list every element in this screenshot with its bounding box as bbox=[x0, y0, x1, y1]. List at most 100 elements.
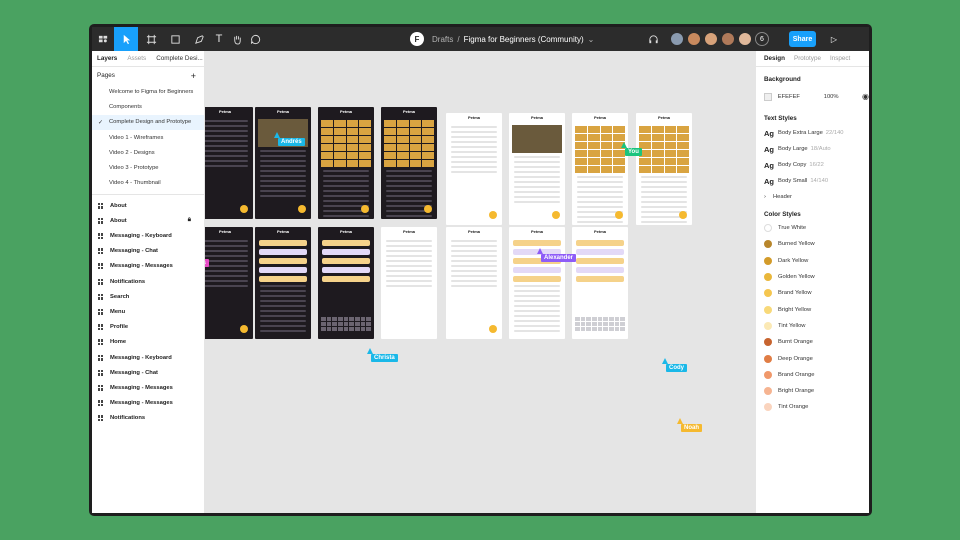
layer-item[interactable]: Messaging - Chat bbox=[92, 244, 204, 259]
text-style-item[interactable]: Ag Body Extra Large 22/140 bbox=[756, 125, 869, 141]
tab-assets[interactable]: Assets bbox=[127, 55, 146, 62]
layer-item[interactable]: About bbox=[92, 198, 204, 213]
frame-tool-button[interactable] bbox=[140, 27, 162, 51]
background-swatch[interactable] bbox=[764, 92, 772, 101]
app-screen-frame[interactable]: Petma bbox=[509, 227, 565, 339]
breadcrumb-drafts[interactable]: Drafts bbox=[432, 35, 453, 44]
lock-icon[interactable]: 🔒︎ bbox=[188, 217, 191, 224]
collaborator-cursor: Andrés bbox=[278, 138, 305, 146]
color-style-item[interactable]: Brand Yellow bbox=[756, 285, 869, 301]
color-style-item[interactable]: Dark Yellow bbox=[756, 253, 869, 269]
color-style-item[interactable]: Brand Orange bbox=[756, 367, 869, 383]
layer-item[interactable]: Messaging - Keyboard bbox=[92, 350, 204, 365]
text-style-item[interactable]: Ag Body Small 14/140 bbox=[756, 173, 869, 189]
app-screen-frame[interactable]: Petma bbox=[509, 113, 565, 225]
comment-tool-button[interactable] bbox=[246, 27, 264, 51]
tab-layers[interactable]: Layers bbox=[97, 55, 117, 62]
app-screen-frame[interactable]: Petma bbox=[205, 107, 253, 219]
layer-item[interactable]: Messaging - Messages bbox=[92, 380, 204, 395]
page-item[interactable]: Components bbox=[92, 99, 204, 114]
share-button[interactable]: Share bbox=[789, 31, 816, 47]
tab-prototype[interactable]: Prototype bbox=[794, 55, 821, 62]
layer-item[interactable]: Home bbox=[92, 335, 204, 350]
text-style-item[interactable]: Ag Body Large 18/Auto bbox=[756, 141, 869, 157]
app-screen-frame[interactable]: Petma bbox=[381, 107, 437, 219]
background-row[interactable]: EFEFEF 100% ◉ bbox=[756, 92, 869, 101]
tab-design[interactable]: Design bbox=[764, 55, 785, 62]
eye-icon[interactable]: ◉ bbox=[862, 92, 869, 101]
pen-tool-button[interactable] bbox=[188, 27, 210, 51]
main-menu-button[interactable] bbox=[92, 27, 114, 51]
add-button bbox=[424, 205, 432, 213]
layer-item[interactable]: About 🔒︎ bbox=[92, 213, 204, 228]
collaborator-count[interactable]: 6 bbox=[755, 32, 769, 46]
layer-item[interactable]: Profile bbox=[92, 320, 204, 335]
color-style-item[interactable]: Golden Yellow bbox=[756, 269, 869, 285]
app-screen-frame[interactable]: Petma bbox=[255, 227, 311, 339]
color-swatch bbox=[764, 305, 772, 314]
layer-item[interactable]: Messaging - Messages bbox=[92, 396, 204, 411]
app-screen-frame[interactable]: Petma bbox=[381, 227, 437, 339]
background-opacity[interactable]: 100% bbox=[824, 94, 862, 100]
page-item[interactable]: Video 1 - Wireframes bbox=[92, 130, 204, 145]
color-style-item[interactable]: Bright Yellow bbox=[756, 301, 869, 317]
app-screen-frame[interactable]: Petma bbox=[318, 227, 374, 339]
hand-tool-button[interactable] bbox=[228, 27, 246, 51]
color-style-item[interactable]: Tint Yellow bbox=[756, 318, 869, 334]
color-style-item[interactable]: Bright Orange bbox=[756, 383, 869, 399]
app-screen-frame[interactable]: Petma bbox=[572, 113, 628, 225]
page-item[interactable]: Video 4 - Thumbnail bbox=[92, 176, 204, 191]
add-button bbox=[240, 205, 248, 213]
app-screen-frame[interactable]: Petma bbox=[446, 227, 502, 339]
color-style-item[interactable]: Burnt Orange bbox=[756, 334, 869, 350]
app-screen-frame[interactable]: Petma bbox=[446, 113, 502, 225]
avatar[interactable] bbox=[704, 32, 718, 46]
page-item-selected[interactable]: ✓ Complete Design and Prototype bbox=[92, 114, 204, 130]
text-tool-button[interactable]: T bbox=[210, 27, 228, 51]
frame-grid-icon bbox=[98, 369, 104, 376]
design-canvas[interactable]: Petma Petma Petma Petma Petma Petma Petma Petma… bbox=[205, 51, 755, 513]
layer-item[interactable]: Messaging - Chat bbox=[92, 365, 204, 380]
page-item[interactable]: Video 2 - Designs bbox=[92, 145, 204, 160]
frame-title: Petma bbox=[276, 229, 289, 234]
text-line bbox=[514, 161, 560, 163]
layer-item[interactable]: Messaging - Keyboard bbox=[92, 228, 204, 243]
app-screen-frame[interactable]: Petma bbox=[636, 113, 692, 225]
chevron-down-icon[interactable]: ⌄ bbox=[588, 35, 595, 44]
app-screen-frame[interactable]: Petma bbox=[572, 227, 628, 339]
avatar[interactable] bbox=[721, 32, 735, 46]
text-line bbox=[260, 330, 306, 332]
background-hex[interactable]: EFEFEF bbox=[778, 94, 824, 100]
layers-list: About About 🔒︎ Messaging - Keyboard Messagin… bbox=[92, 198, 204, 426]
layer-item[interactable]: Notifications bbox=[92, 411, 204, 426]
avatar[interactable] bbox=[670, 32, 684, 46]
tab-inspect[interactable]: Inspect bbox=[830, 55, 850, 62]
avatar[interactable] bbox=[738, 32, 752, 46]
color-style-item[interactable]: Tint Orange bbox=[756, 399, 869, 415]
text-style-item[interactable]: Ag Body Copy 16/22 bbox=[756, 157, 869, 173]
app-screen-frame[interactable]: Petma bbox=[255, 107, 311, 219]
page-selector[interactable]: Complete Desi... bbox=[156, 55, 203, 62]
layer-item[interactable]: Messaging - Messages bbox=[92, 259, 204, 274]
layer-item[interactable]: Notifications bbox=[92, 274, 204, 289]
app-screen-frame[interactable]: Petma bbox=[318, 107, 374, 219]
app-screen-frame[interactable]: Petma bbox=[205, 227, 253, 339]
color-style-item[interactable]: True White bbox=[756, 220, 869, 236]
layer-item[interactable]: Search bbox=[92, 289, 204, 304]
header-style-group[interactable]: › Header bbox=[756, 189, 869, 205]
layer-item[interactable]: Menu bbox=[92, 304, 204, 319]
move-tool-button[interactable] bbox=[114, 27, 138, 51]
add-page-icon[interactable]: + bbox=[191, 71, 196, 81]
headphones-icon bbox=[648, 34, 658, 43]
audio-button[interactable] bbox=[646, 27, 660, 51]
file-name[interactable]: Figma for Beginners (Community) bbox=[464, 35, 584, 44]
color-style-item[interactable]: Burned Yellow bbox=[756, 236, 869, 252]
avatar[interactable] bbox=[687, 32, 701, 46]
header-style-label: Header bbox=[772, 194, 792, 200]
color-style-item[interactable]: Deep Orange bbox=[756, 350, 869, 366]
color-swatch bbox=[764, 370, 772, 379]
page-item[interactable]: Welcome to Figma for Beginners bbox=[92, 84, 204, 99]
shape-tool-button[interactable] bbox=[164, 27, 186, 51]
present-button[interactable]: ▷ bbox=[827, 31, 841, 47]
page-item[interactable]: Video 3 - Prototype bbox=[92, 160, 204, 175]
